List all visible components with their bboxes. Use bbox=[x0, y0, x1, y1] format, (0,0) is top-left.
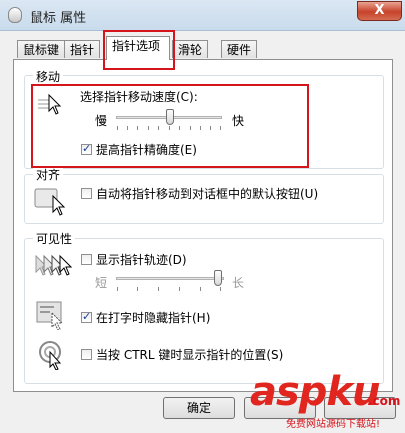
window-title: 鼠标 属性 bbox=[30, 11, 87, 26]
trails-slider-thumb[interactable] bbox=[214, 270, 222, 286]
watermark-slogan: 免费网站源码下载站! bbox=[286, 419, 381, 430]
show-location-icon bbox=[38, 340, 68, 371]
title-bar: 鼠标 属性 X bbox=[0, 0, 405, 31]
trails-long-label: 长 bbox=[232, 276, 245, 290]
aspku-watermark: aspku .com 免费网站源码下载站! bbox=[250, 372, 400, 430]
trails-tick bbox=[158, 287, 159, 291]
visibility-group-title: 可见性 bbox=[33, 230, 76, 247]
ctrl-label: 当按 CTRL 键时显示指针的位置(S) bbox=[96, 348, 284, 362]
trails-short-label: 短 bbox=[95, 276, 108, 290]
trails-tick bbox=[179, 287, 180, 291]
watermark-tld: .com bbox=[368, 394, 401, 408]
motion-group-title: 移动 bbox=[33, 68, 64, 85]
pointer-trails-icon bbox=[34, 254, 73, 278]
snap-group-title: 对齐 bbox=[33, 166, 64, 183]
watermark-brand: aspku bbox=[250, 369, 381, 415]
tab-hardware[interactable]: 硬件 bbox=[221, 40, 258, 58]
trails-tick bbox=[200, 287, 201, 291]
ok-button[interactable]: 确定 bbox=[163, 397, 235, 419]
tab-wheel[interactable]: 滑轮 bbox=[172, 40, 209, 58]
trails-slider-track[interactable] bbox=[116, 277, 224, 280]
trails-checkbox[interactable] bbox=[81, 254, 92, 265]
trails-tick bbox=[117, 287, 118, 291]
hide-label: 在打字时隐藏指针(H) bbox=[96, 311, 211, 325]
tab-buttons[interactable]: 鼠标键 bbox=[17, 40, 66, 58]
ctrl-checkbox[interactable] bbox=[81, 349, 92, 360]
close-button[interactable]: X bbox=[357, 1, 402, 21]
trails-label: 显示指针轨迹(D) bbox=[96, 253, 187, 267]
hide-checkbox[interactable] bbox=[81, 310, 92, 323]
trails-tick bbox=[220, 287, 221, 291]
tab-highlight-box bbox=[103, 30, 175, 70]
snap-checkbox[interactable] bbox=[81, 188, 92, 199]
motion-highlight-box bbox=[31, 84, 309, 168]
snap-label: 自动将指针移动到对话框中的默认按钮(U) bbox=[96, 187, 319, 201]
hide-pointer-icon bbox=[36, 300, 68, 331]
snap-to-icon bbox=[34, 186, 68, 216]
trails-tick bbox=[137, 287, 138, 291]
tab-pointers[interactable]: 指针 bbox=[64, 40, 101, 58]
mouse-icon bbox=[8, 7, 22, 23]
